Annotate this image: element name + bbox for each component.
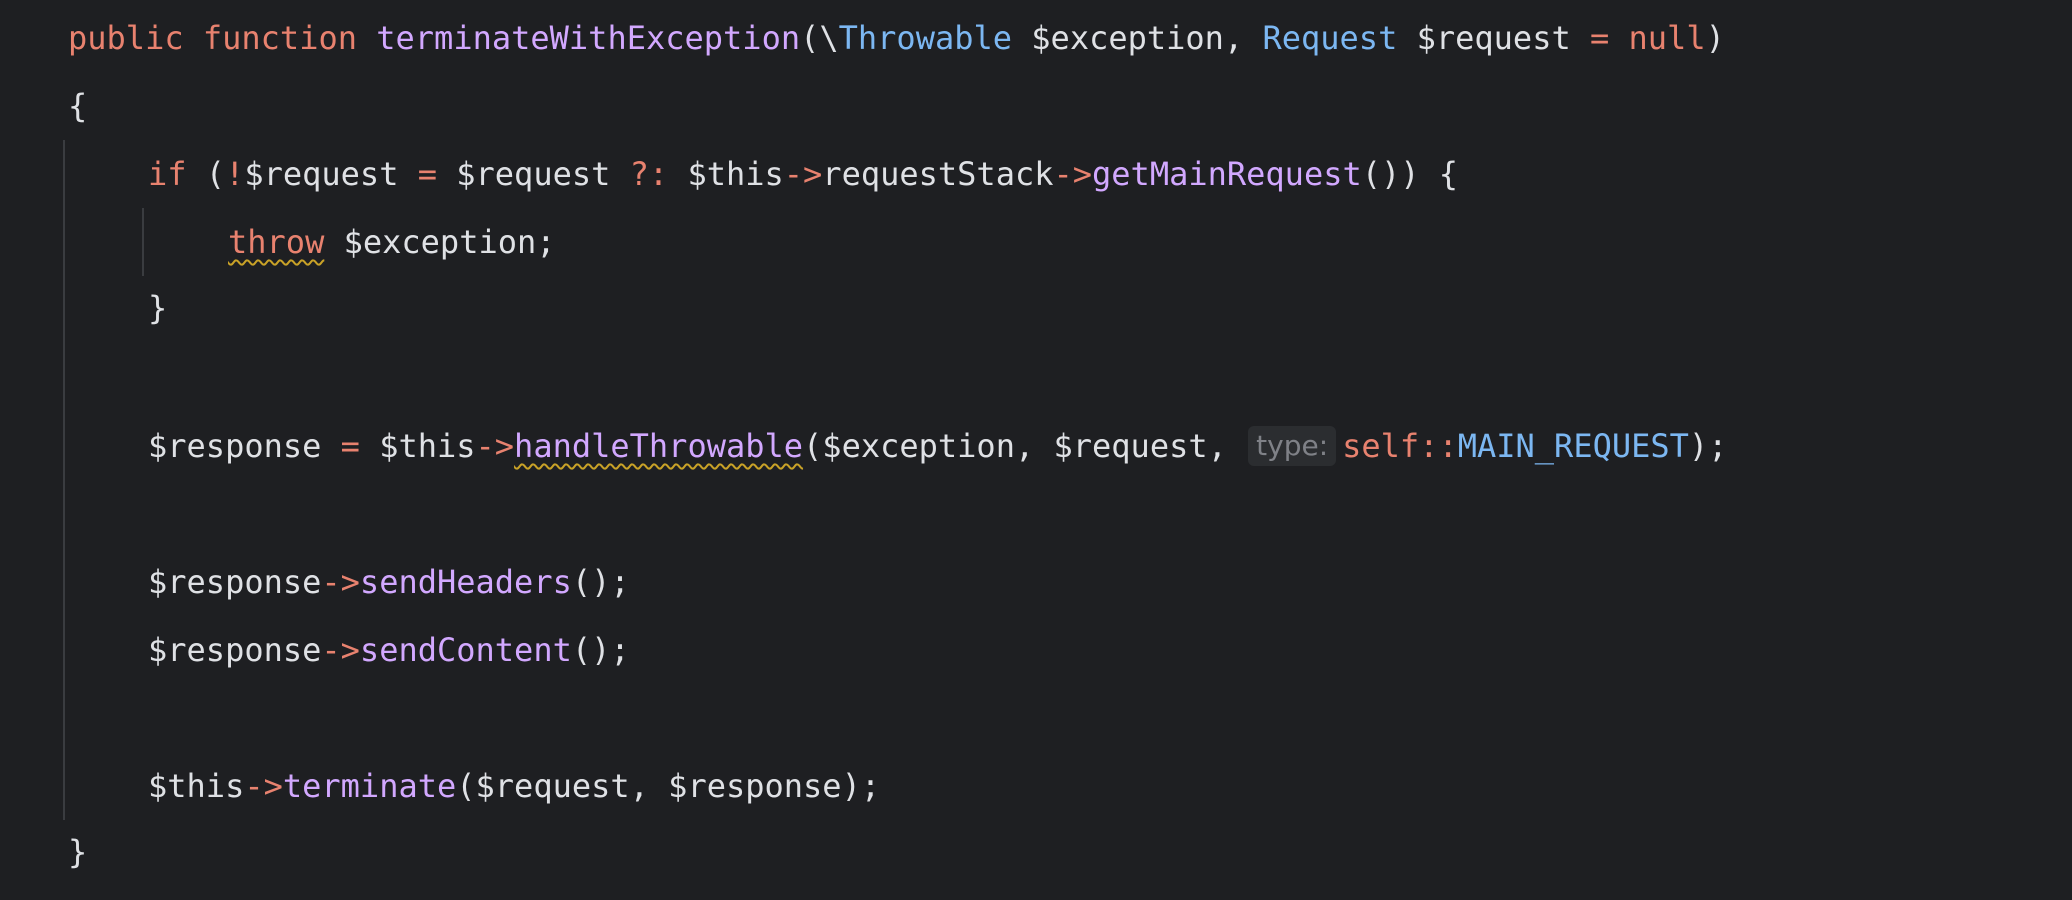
code-line-8[interactable]: $response->sendContent(); xyxy=(148,626,630,674)
code-line-7[interactable]: $response->sendHeaders(); xyxy=(148,558,630,606)
keyword-self: self xyxy=(1342,427,1420,465)
operator-arrow: -> xyxy=(783,155,823,193)
type-throwable[interactable]: Throwable xyxy=(839,19,1012,57)
keyword-public: public xyxy=(68,19,184,57)
code-line-6[interactable]: $response = $this->handleThrowable($exce… xyxy=(148,422,1727,470)
paren: ( xyxy=(186,155,226,193)
keyword-throw-warning[interactable]: throw xyxy=(228,223,324,261)
call-args: ($exception, $request, xyxy=(803,427,1247,465)
code-editor[interactable]: public function terminateWithException(\… xyxy=(0,0,2072,900)
operator-arrow: -> xyxy=(321,631,360,669)
operator-arrow-2: -> xyxy=(1053,155,1093,193)
method-send-content[interactable]: sendContent xyxy=(360,631,572,669)
keyword-if: if xyxy=(148,155,187,193)
var-this: $this xyxy=(668,155,784,193)
operator-not: ! xyxy=(225,155,245,193)
param-exception: $exception, xyxy=(1012,19,1263,57)
param-request: $request xyxy=(1397,19,1590,57)
line-tail: ()) { xyxy=(1361,155,1459,193)
var-response: $response xyxy=(148,631,322,669)
var-response: $response xyxy=(148,427,341,465)
operator-arrow: -> xyxy=(475,427,515,465)
constant-main-request[interactable]: MAIN_REQUEST xyxy=(1458,427,1689,465)
paren-close: ) xyxy=(1705,19,1725,57)
code-line-5[interactable]: } xyxy=(148,284,167,332)
operator-assign: = xyxy=(340,427,360,465)
code-line-1[interactable]: public function terminateWithException(\… xyxy=(68,14,1725,62)
operator-arrow: -> xyxy=(244,767,283,805)
code-line-10[interactable]: } xyxy=(68,828,87,876)
brace-close: } xyxy=(148,289,168,327)
method-terminate[interactable]: terminate xyxy=(283,767,456,805)
method-handle-throwable-warning[interactable]: handleThrowable xyxy=(514,427,803,465)
line-tail: (); xyxy=(571,631,630,669)
line-tail: ); xyxy=(1688,427,1728,465)
var-response: $response xyxy=(148,563,322,601)
brace-open: { xyxy=(68,87,88,125)
method-send-headers[interactable]: sendHeaders xyxy=(360,563,572,601)
code-line-4[interactable]: throw $exception; xyxy=(228,218,556,266)
operator-double-colon: :: xyxy=(1419,427,1458,465)
line-tail: $exception; xyxy=(324,223,556,261)
type-request[interactable]: Request xyxy=(1262,19,1397,57)
operator-assign: = xyxy=(417,155,437,193)
operator-elvis: ?: xyxy=(629,155,669,193)
property-request-stack[interactable]: requestStack xyxy=(822,155,1053,193)
code-line-3[interactable]: if (!$request = $request ?: $this->reque… xyxy=(148,150,1458,198)
code-line-2[interactable]: { xyxy=(68,82,87,130)
operator-assign: = xyxy=(1589,19,1610,57)
keyword-function: function xyxy=(202,19,357,57)
method-get-main-request[interactable]: getMainRequest xyxy=(1092,155,1362,193)
line-tail: (); xyxy=(571,563,630,601)
parameter-name-hint: type: xyxy=(1248,426,1337,466)
code-line-9[interactable]: $this->terminate($request, $response); xyxy=(148,762,880,810)
var-request: $request xyxy=(244,155,418,193)
indent-guide-inner xyxy=(142,208,144,276)
operator-arrow: -> xyxy=(321,563,360,601)
indent-guide-outer xyxy=(63,140,65,820)
namespace-backslash: \ xyxy=(819,19,839,57)
var-this: $this xyxy=(359,427,476,465)
var-request-2: $request xyxy=(436,155,630,193)
line-tail: ($request, $response); xyxy=(456,767,881,805)
brace-close: } xyxy=(68,833,88,871)
var-this: $this xyxy=(148,767,245,805)
keyword-null: null xyxy=(1628,19,1706,57)
function-name[interactable]: terminateWithException xyxy=(376,19,800,57)
paren-open: ( xyxy=(800,19,820,57)
